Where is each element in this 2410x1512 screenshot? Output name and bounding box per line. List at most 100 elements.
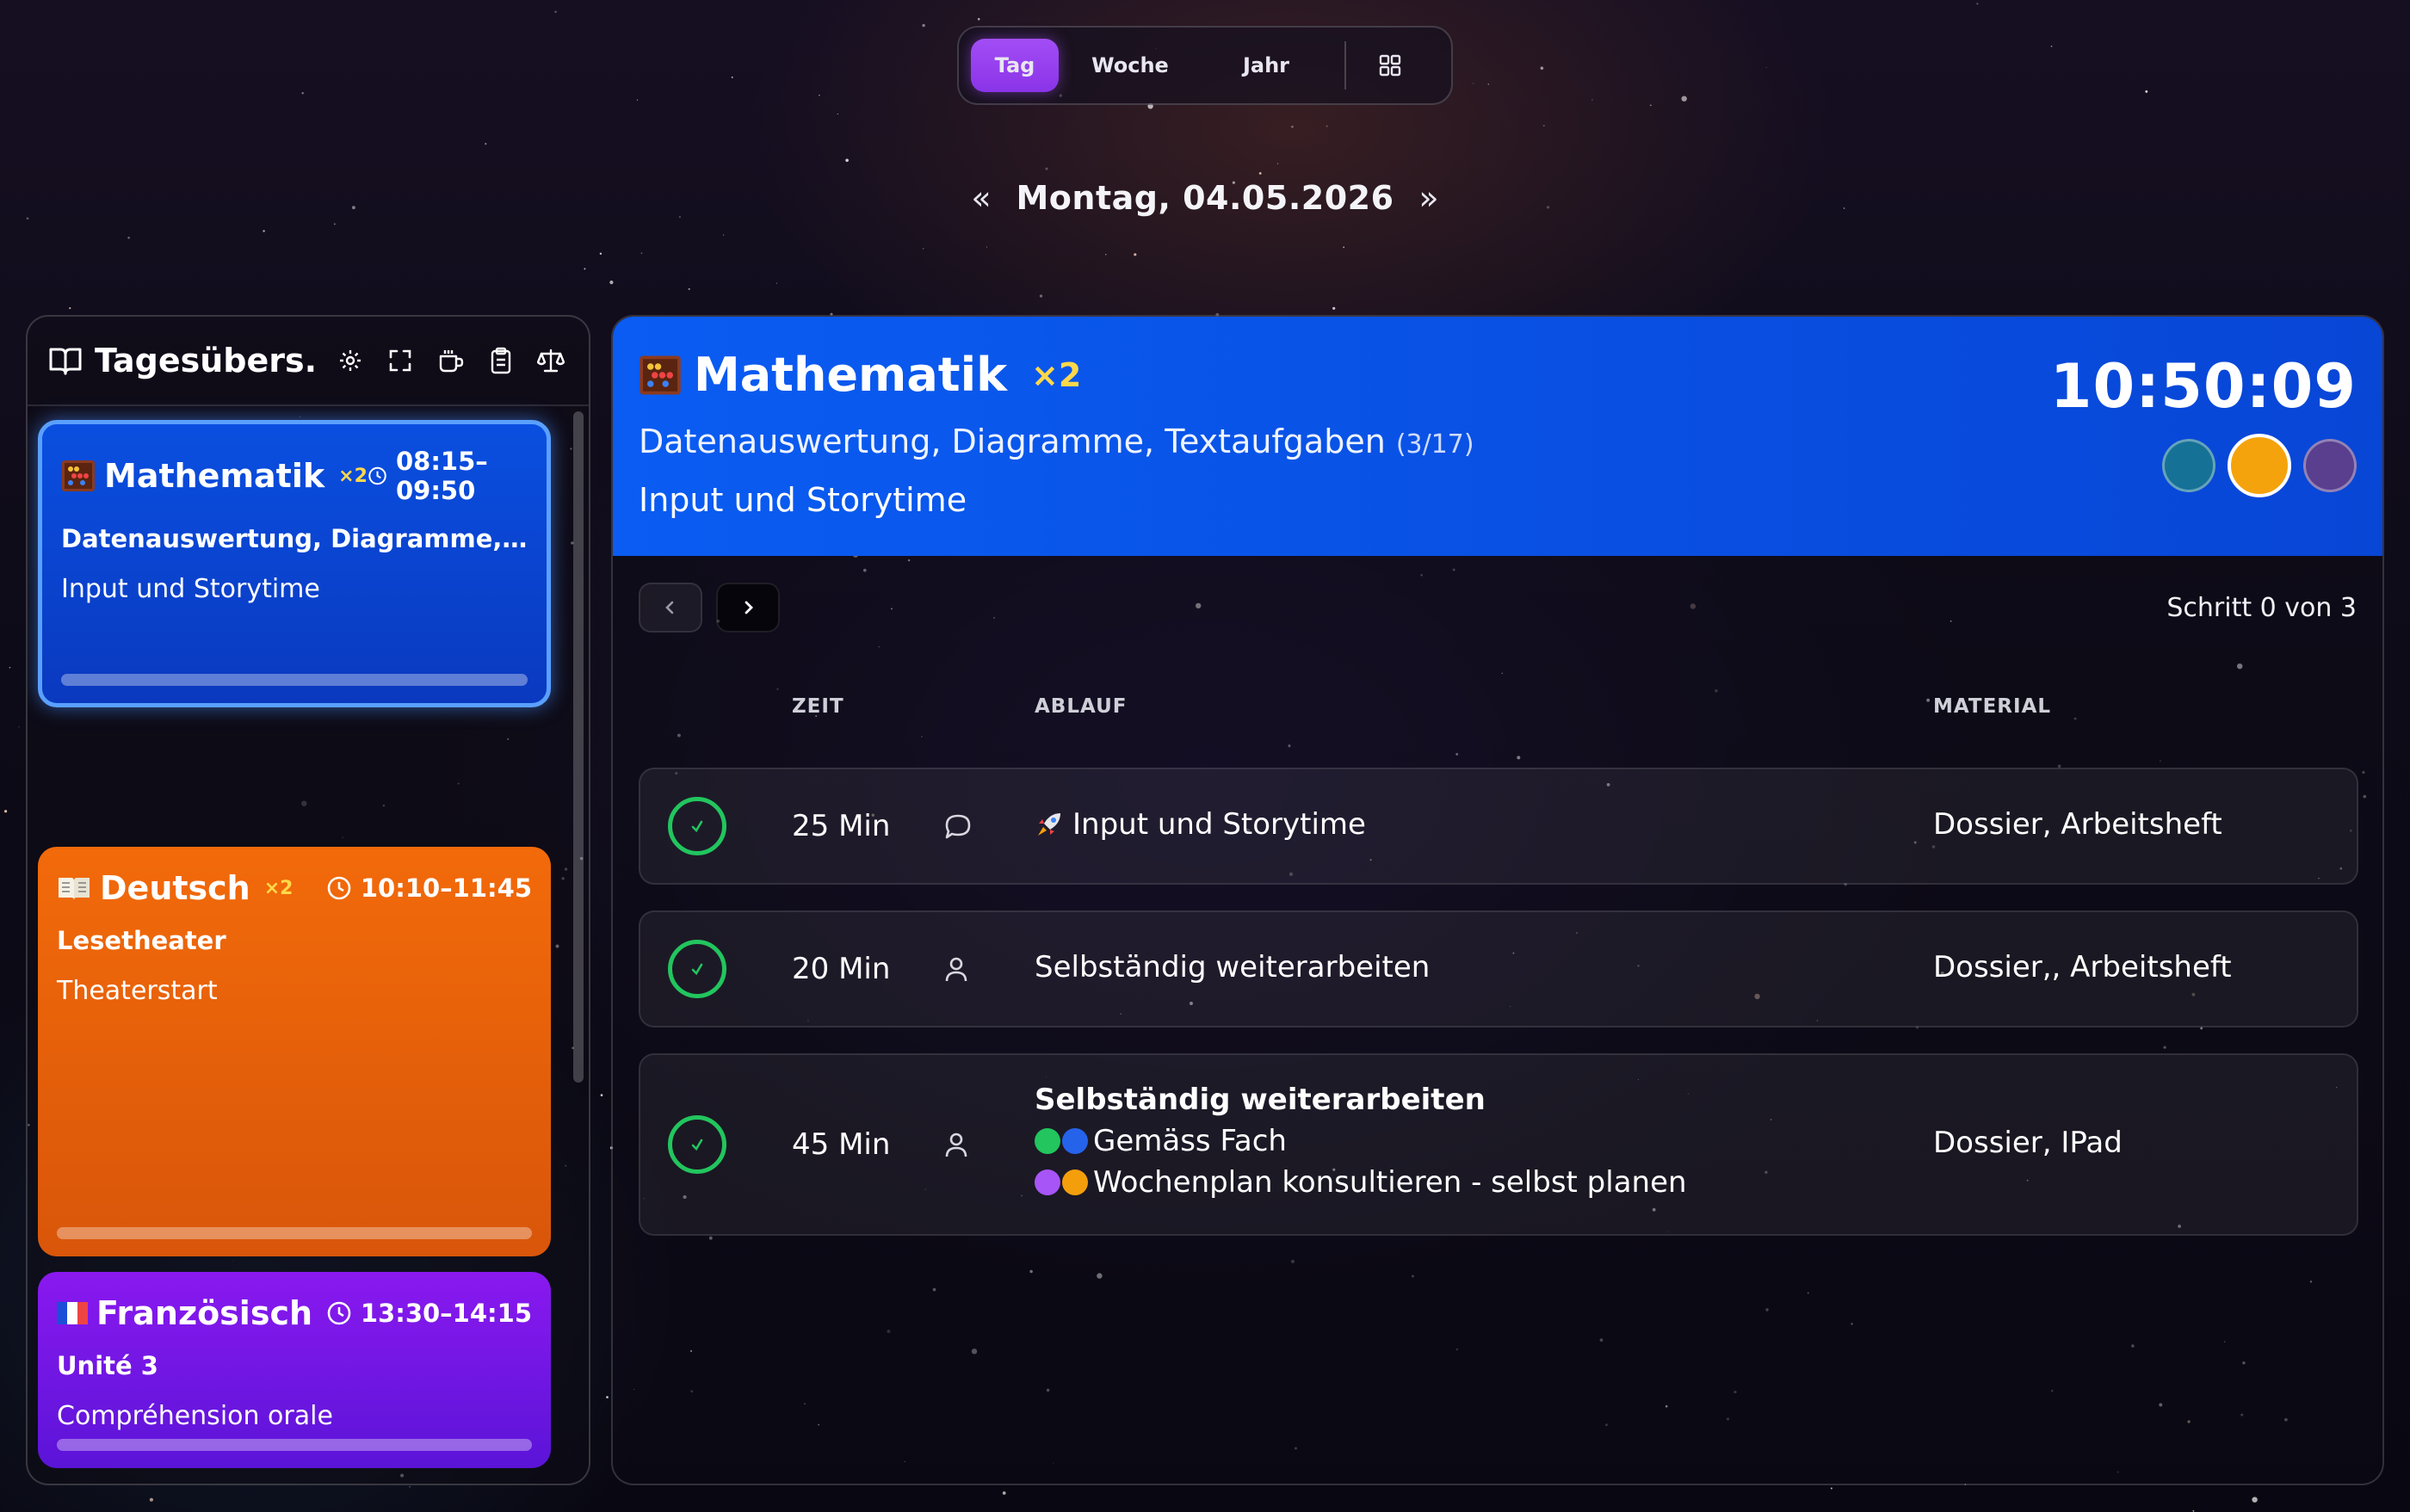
done-check-button[interactable] [668,1115,726,1174]
book-open-icon [49,348,82,375]
row-duration: 20 Min [792,952,891,986]
lesson-subtopic: Input und Storytime [61,574,320,604]
chevron-left-icon [665,601,674,614]
check-icon [691,820,703,833]
scale-icon[interactable] [537,348,565,373]
switcher-divider [1344,41,1346,89]
star [1540,66,1544,70]
current-multiplier: ×2 [1031,355,1082,394]
star [1542,125,1545,127]
current-subject: Mathematik [694,348,1007,402]
current-topic: Datenauswertung, Diagramme, Textaufgaben… [639,423,2355,460]
gear-icon[interactable] [337,348,363,373]
clock-icon [327,1301,351,1325]
lessons-scrollbar[interactable] [573,411,584,1083]
star [2145,89,2148,93]
person-icon [943,1131,969,1162]
row-material: Dossier, Arbeitsheft [1933,807,2222,842]
live-clock: 10:50:09 [2049,351,2357,422]
step-navigation: Schritt 0 von 3 [639,582,2357,633]
star [263,230,265,232]
abacus-icon [62,460,95,491]
tab-woche[interactable]: Woche [1066,39,1195,92]
star [1765,66,1767,68]
star [1343,246,1344,249]
rocket-icon [1038,813,1060,836]
lesson-card-franzoesisch[interactable]: Französisch 13:30–14:15 Unité 3 Compréhe… [38,1272,551,1468]
lesson-subtopic: Theaterstart [57,976,218,1006]
table-row[interactable]: 20 Min Selbständig weiterarbeiten Dossie… [639,910,2358,1028]
current-topic-count: (3/17) [1395,429,1474,460]
row-flow: Selbständig weiterarbeiten [1035,950,1431,984]
table-row[interactable]: 45 Min Selbständig weiterarbeiten Gemäss… [639,1053,2358,1236]
star [678,216,681,219]
done-check-button[interactable] [668,797,726,855]
star [9,666,11,669]
coffee-icon[interactable] [437,348,465,373]
status-dot-teal[interactable] [2162,439,2215,492]
next-day-button[interactable]: » [1412,179,1446,217]
status-dots [2162,434,2357,497]
star [636,99,639,101]
lesson-time: 10:10–11:45 [360,873,532,903]
prev-day-button[interactable]: « [964,179,998,217]
status-dot-purple[interactable] [2303,439,2357,492]
star [1681,96,1687,102]
star [1487,83,1490,85]
star [606,1396,609,1398]
fullscreen-icon[interactable] [387,348,413,373]
date-label: Montag, 04.05.2026 [1016,179,1394,217]
table-row[interactable]: 25 Min Input und Storytime Dossier, Arbe… [639,768,2358,885]
schedule-table-header: ZEIT ABLAUF MATERIAL [613,695,2382,730]
row-flow-title: Selbständig weiterarbeiten [1035,1083,1486,1117]
day-overview-title: Tagesübers... [95,342,318,380]
clock-icon [368,466,386,485]
star [301,91,304,95]
current-lesson-panel: Mathematik ×2 Datenauswertung, Diagramme… [611,315,2384,1485]
row-duration: 45 Min [792,1127,891,1162]
grid-icon [1379,54,1401,77]
lesson-card-deutsch[interactable]: Deutsch ×2 10:10–11:45 Lesetheater Theat… [38,847,551,1256]
tab-jahr[interactable]: Jahr [1202,39,1331,92]
status-dot-orange[interactable] [2228,434,2291,497]
current-topic-text: Datenauswertung, Diagramme, Textaufgaben [639,423,1386,460]
speech-bubble-icon [943,812,973,845]
green-dot-icon [1035,1128,1060,1154]
tab-tag[interactable]: Tag [971,39,1059,92]
star [333,223,336,225]
done-check-button[interactable] [668,940,726,998]
lesson-time: 13:30–14:15 [360,1299,532,1328]
next-step-button[interactable] [716,583,780,633]
row-flow-line: Gemäss Fach [1035,1124,1687,1158]
star [923,248,924,250]
star [723,234,725,236]
view-switcher: Tag Woche Jahr [957,26,1453,105]
lesson-card-mathematik[interactable]: Mathematik ×2 08:15–09:50 Datenauswertun… [38,420,551,707]
star [1843,207,1845,209]
row-flow: Input und Storytime [1035,807,1366,842]
star [1976,3,1979,5]
prev-step-button[interactable] [639,583,702,633]
lesson-subtopic: Compréhension orale [57,1401,333,1431]
star [600,1094,603,1096]
row-material: Dossier,, Arbeitsheft [1933,950,2232,984]
chevron-right-icon [745,601,753,614]
row-flow-line-text: Gemäss Fach [1093,1124,1287,1158]
clipboard-icon[interactable] [489,347,513,374]
star [1591,99,1593,101]
star [1546,206,1550,209]
star [731,76,733,78]
star [688,287,690,290]
current-lesson-header: Mathematik ×2 Datenauswertung, Diagramme… [613,317,2382,556]
star [1332,306,1336,310]
clock-icon [327,876,351,900]
date-navigation: « Montag, 04.05.2026 » [964,172,1446,224]
star [1045,167,1048,170]
lesson-progress-bar [57,1227,532,1239]
check-icon [691,1139,703,1151]
star [149,1497,153,1502]
lesson-topic: Datenauswertung, Diagramme, Text... [61,524,528,553]
star [584,268,586,270]
grid-view-button[interactable] [1360,39,1420,92]
lesson-topic: Unité 3 [57,1351,158,1380]
